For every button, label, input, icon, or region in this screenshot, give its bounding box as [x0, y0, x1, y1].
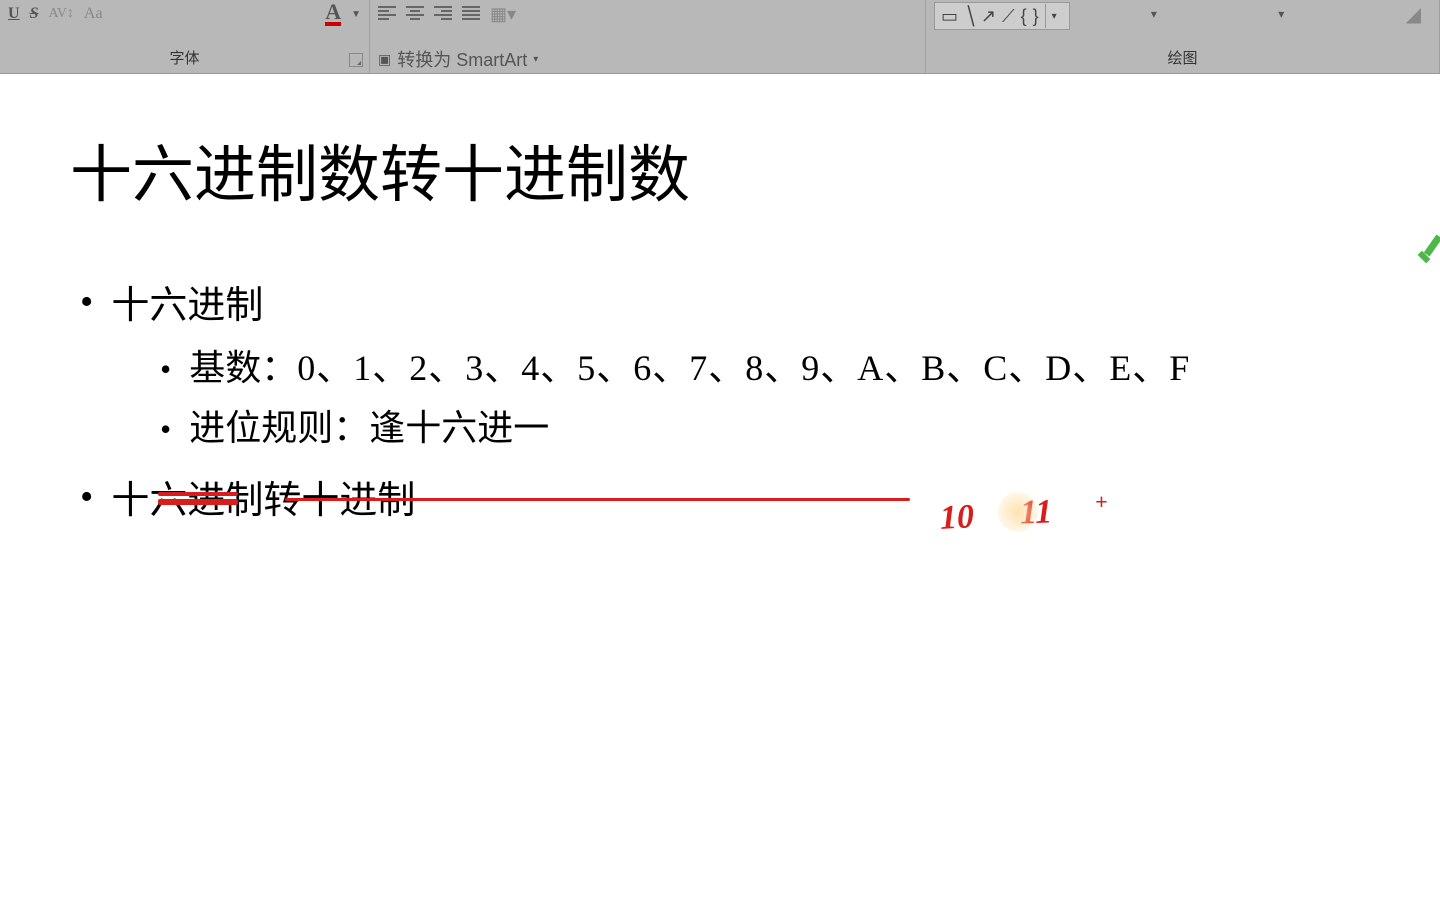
- align-right-icon: [434, 6, 452, 22]
- columns-button[interactable]: ▦▾: [490, 2, 516, 26]
- align-center-button[interactable]: [406, 2, 424, 26]
- font-dialog-launcher[interactable]: [349, 53, 363, 67]
- ink-annotation-10: 10: [939, 498, 975, 538]
- shape-arrow-icon[interactable]: ↗: [981, 6, 996, 27]
- bullet-radix-label: 基数：: [189, 339, 297, 391]
- shapes-more-dropdown[interactable]: ▾: [1045, 4, 1063, 28]
- slide-canvas[interactable]: 十六进制数转十进制数 十六进制 基数： 0、1、2、3、4、5、6、7、8、9、…: [0, 74, 1440, 900]
- shape-rectangle-icon[interactable]: ▭: [941, 6, 958, 27]
- ribbon-group-font: U S AV↕ Aa A ▼ 字体: [0, 0, 370, 73]
- bullet-hex[interactable]: 十六进制: [80, 274, 1380, 329]
- convert-smartart-button[interactable]: ▣ 转换为 SmartArt ▾: [378, 46, 538, 72]
- ribbon-group-drawing-label: 绘图: [926, 47, 1439, 73]
- align-justify-icon: [462, 6, 480, 22]
- bullet-carry-label: 进位规则：: [189, 399, 369, 451]
- font-color-dropdown-icon[interactable]: ▼: [351, 2, 361, 26]
- quick-styles-dropdown[interactable]: ▾: [1278, 2, 1284, 26]
- shape-line-icon[interactable]: ╲: [964, 6, 975, 27]
- ribbon-group-font-label: 字体: [0, 47, 369, 73]
- shape-curve-icon[interactable]: ⟋: [1002, 6, 1015, 27]
- green-checkmark-icon: [1410, 234, 1440, 284]
- align-justify-button[interactable]: [462, 2, 480, 26]
- underline-button[interactable]: U: [8, 2, 20, 26]
- font-color-button[interactable]: A: [325, 2, 341, 26]
- align-left-button[interactable]: [378, 2, 396, 26]
- shape-effects-button[interactable]: ◢: [1406, 2, 1421, 26]
- ribbon-group-paragraph: ▦▾ ▣ 转换为 SmartArt ▾ 段落: [370, 0, 926, 73]
- shape-brace-left-icon[interactable]: {: [1021, 6, 1027, 27]
- bullet-radix[interactable]: 基数： 0、1、2、3、4、5、6、7、8、9、A、B、C、D、E、F: [160, 339, 1380, 391]
- bullet-carry-rule[interactable]: 进位规则： 逢十六进一: [160, 399, 1380, 451]
- ink-underline-digits: [285, 498, 910, 501]
- bullet-hex-text: 十六进制: [111, 274, 263, 329]
- dropdown-icon: ▾: [533, 54, 538, 65]
- smartart-icon: ▣: [378, 51, 391, 68]
- ink-underline-radix: [158, 499, 238, 505]
- change-case-button[interactable]: Aa: [84, 2, 103, 26]
- ribbon-group-drawing: ▭ ╲ ↗ ⟋ { } ▾ ▾ ▾ ◢ 绘图: [926, 0, 1440, 73]
- slide-title[interactable]: 十六进制数转十进制数: [70, 124, 1380, 214]
- shape-brace-right-icon[interactable]: }: [1033, 6, 1039, 27]
- bullet-hex-to-dec[interactable]: 十六进制转十进制: [80, 469, 1380, 524]
- smartart-label: 转换为 SmartArt: [397, 46, 527, 72]
- ink-underline-radix-top: [158, 492, 238, 496]
- strikethrough-button[interactable]: S: [30, 2, 39, 26]
- char-spacing-button[interactable]: AV↕: [48, 2, 73, 26]
- align-right-button[interactable]: [434, 2, 452, 26]
- bullet-radix-value: 0、1、2、3、4、5、6、7、8、9、A、B、C、D、E、F: [297, 339, 1190, 391]
- ribbon-toolbar: U S AV↕ Aa A ▼ 字体 ▦▾: [0, 0, 1440, 74]
- align-center-icon: [406, 6, 424, 22]
- shapes-gallery[interactable]: ▭ ╲ ↗ ⟋ { } ▾: [934, 2, 1070, 30]
- font-group-text: 字体: [169, 50, 199, 67]
- cursor-highlight: [998, 492, 1038, 532]
- ink-annotation-plus: +: [1095, 489, 1108, 515]
- bullet-hex-to-dec-text: 十六进制转十进制: [111, 469, 415, 524]
- arrange-dropdown[interactable]: ▾: [1151, 2, 1157, 26]
- align-left-icon: [378, 6, 396, 22]
- bullet-carry-value: 逢十六进一: [369, 399, 549, 451]
- drawing-group-text: 绘图: [1167, 50, 1197, 67]
